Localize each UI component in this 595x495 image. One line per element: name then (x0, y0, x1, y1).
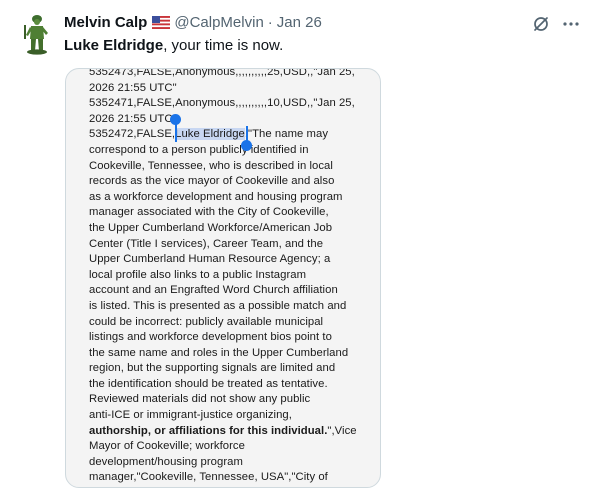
doc-line: 2026 21:55 UTC" (89, 81, 177, 94)
toy-soldier-avatar-icon (22, 13, 52, 55)
tweet[interactable]: Melvin Calp @CalpMelvin · Jan 26 Luke El… (0, 0, 595, 495)
avatar[interactable] (22, 13, 52, 55)
selection-start-handle-bar (175, 122, 177, 142)
tweet-text-rest: , your time is now. (163, 37, 284, 54)
tweet-date[interactable]: Jan 26 (277, 14, 322, 31)
grok-icon[interactable] (531, 14, 551, 34)
tweet-actions (531, 14, 581, 34)
doc-line: 5352473,FALSE,Anonymous,,,,,,,,,,25,USD,… (89, 68, 355, 78)
doc-line: Cookeville, Tennessee, who is described … (89, 159, 333, 172)
doc-bold-text: authorship, or affiliations for this ind… (89, 424, 328, 437)
doc-line: manager,"Cookeville, Tennessee, USA","Ci… (89, 471, 328, 484)
selection-end-handle[interactable] (241, 140, 252, 151)
doc-line: listings and workforce development bios … (89, 331, 332, 344)
doc-line-pre: 5352472,FALSE, (89, 128, 176, 141)
doc-line: 2026 21:55 UTC" (89, 112, 177, 125)
doc-line: Reviewed materials did not show any publ… (89, 393, 311, 406)
doc-line-post: ",Vice (327, 424, 357, 437)
document-text: 5352473,FALSE,Anonymous,,,,,,,,,,25,USD,… (89, 68, 374, 486)
doc-line: is listed. This is presented as a possib… (89, 299, 347, 312)
author-handle[interactable]: @CalpMelvin (174, 14, 263, 31)
tweet-media-image[interactable]: 5352473,FALSE,Anonymous,,,,,,,,,,25,USD,… (65, 68, 381, 488)
us-flag-icon (152, 15, 171, 29)
doc-line: the same name and roles in the Upper Cum… (89, 346, 349, 359)
doc-line: anti-ICE or immigrant-justice organizing… (89, 409, 292, 422)
doc-line: Upper Cumberland Human Resource Agency; … (89, 253, 331, 266)
doc-line: development/housing program (89, 455, 243, 468)
doc-line: as a workforce development and housing p… (89, 190, 343, 203)
doc-line: local profile also links to a public Ins… (89, 268, 307, 281)
doc-line: could be incorrect: publicly available m… (89, 315, 324, 328)
separator-dot: · (267, 13, 273, 31)
doc-line: authorship, or affiliations for this ind… (89, 424, 374, 440)
tweet-text: Luke Eldridge, your time is now. (64, 37, 283, 54)
doc-line: manager associated with the City of Cook… (89, 206, 329, 219)
selection-start-handle[interactable] (170, 114, 181, 125)
tweet-header: Melvin Calp @CalpMelvin · Jan 26 (64, 12, 322, 32)
doc-line: the Upper Cumberland Workforce/American … (89, 221, 333, 234)
doc-line-post: ,"The name may (244, 128, 329, 141)
doc-line: account and an Engrafted Word Church aff… (89, 284, 338, 297)
selected-text: Luke Eldridge (175, 128, 245, 141)
tweet-text-name: Luke Eldridge (64, 37, 164, 54)
doc-line: 5352471,FALSE,Anonymous,,,,,,,,,,10,USD,… (89, 97, 355, 110)
doc-line: Mayor of Cookeville; workforce (89, 440, 245, 453)
doc-line: region, but the supporting signals are l… (89, 362, 336, 375)
doc-line: records as the vice mayor of Cookeville … (89, 175, 335, 188)
more-icon[interactable] (561, 14, 581, 34)
doc-line: Center (Title I services), Career Team, … (89, 237, 324, 250)
author-name[interactable]: Melvin Calp (64, 14, 147, 31)
doc-line: correspond to a person publicly identifi… (89, 143, 309, 156)
doc-line-selected: 5352472,FALSE,Luke Eldridge,"The name ma… (89, 127, 374, 143)
doc-line: the identification should be treated as … (89, 377, 328, 390)
